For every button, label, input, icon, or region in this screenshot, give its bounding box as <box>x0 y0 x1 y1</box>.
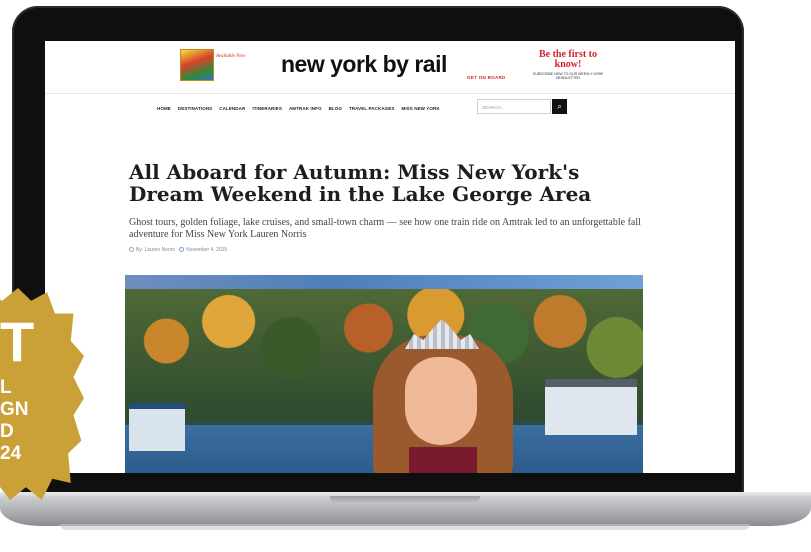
nav-item-amtrak-info[interactable]: AMTRAK INFO <box>289 106 322 111</box>
article-title: All Aboard for Autumn: Miss New York's D… <box>129 160 592 206</box>
article-author[interactable]: By: Lauren Norris <box>136 247 175 253</box>
hero-boathouse-left <box>129 403 185 451</box>
nav-item-travel-packages[interactable]: TRAVEL PACKAGES <box>349 106 395 111</box>
newsletter-subtext: SUBSCRIBE NOW TO OUR WEEKLY NYBR NEWSLET… <box>532 72 604 80</box>
badge-line-3: D <box>0 421 14 442</box>
date-icon <box>179 247 185 253</box>
promo-guide-thumbnail[interactable] <box>180 49 214 81</box>
nav-item-calendar[interactable]: CALENDAR <box>219 106 245 111</box>
hero-house-right <box>545 379 637 435</box>
nav-item-miss-new-york[interactable]: MISS NEW YORK <box>401 106 439 111</box>
browser-screen: Available Now new york by rail GET ON BO… <box>45 41 735 473</box>
nav-item-blog[interactable]: BLOG <box>329 106 342 111</box>
search-input[interactable]: SEARCH... <box>477 99 551 114</box>
nav-item-home[interactable]: HOME <box>157 106 171 111</box>
hero-person-face <box>405 357 477 445</box>
badge-line-1: L <box>0 377 12 398</box>
article-deck: Ghost tours, golden foliage, lake cruise… <box>129 217 641 240</box>
hero-person-dress <box>409 447 477 473</box>
laptop-scene: Available Now new york by rail GET ON BO… <box>0 0 811 552</box>
laptop-lid: Available Now new york by rail GET ON BO… <box>12 6 744 504</box>
nav-item-destinations[interactable]: DESTINATIONS <box>178 106 212 111</box>
nav-item-itineraries[interactable]: ITINERARIES <box>252 106 282 111</box>
newsletter-headline: Be the first to know! <box>538 49 598 70</box>
search-icon: ⌕ <box>557 102 562 111</box>
logo-tagline: GET ON BOARD <box>467 75 506 80</box>
laptop-notch <box>330 496 480 504</box>
promo-label: Available Now <box>216 54 246 59</box>
site-header: Available Now new york by rail GET ON BO… <box>45 41 735 94</box>
main-nav: HOME DESTINATIONS CALENDAR ITINERARIES A… <box>157 106 440 111</box>
badge-line-4: 24 <box>0 443 22 464</box>
hero-person <box>373 319 513 473</box>
laptop-foot <box>60 524 750 530</box>
search-button[interactable]: ⌕ <box>552 99 567 114</box>
newsletter-promo[interactable]: Be the first to know! SUBSCRIBE NOW TO O… <box>532 49 604 81</box>
article-meta: By: Lauren Norris November 4, 2025 <box>129 247 227 253</box>
article-date: November 4, 2025 <box>186 247 228 253</box>
author-icon <box>129 247 134 253</box>
site-logo[interactable]: new york by rail <box>281 51 447 78</box>
badge-line-2: GN <box>0 399 29 420</box>
tiara-icon <box>405 319 479 349</box>
hero-image <box>125 275 643 473</box>
badge-big-text: T <box>0 310 35 373</box>
